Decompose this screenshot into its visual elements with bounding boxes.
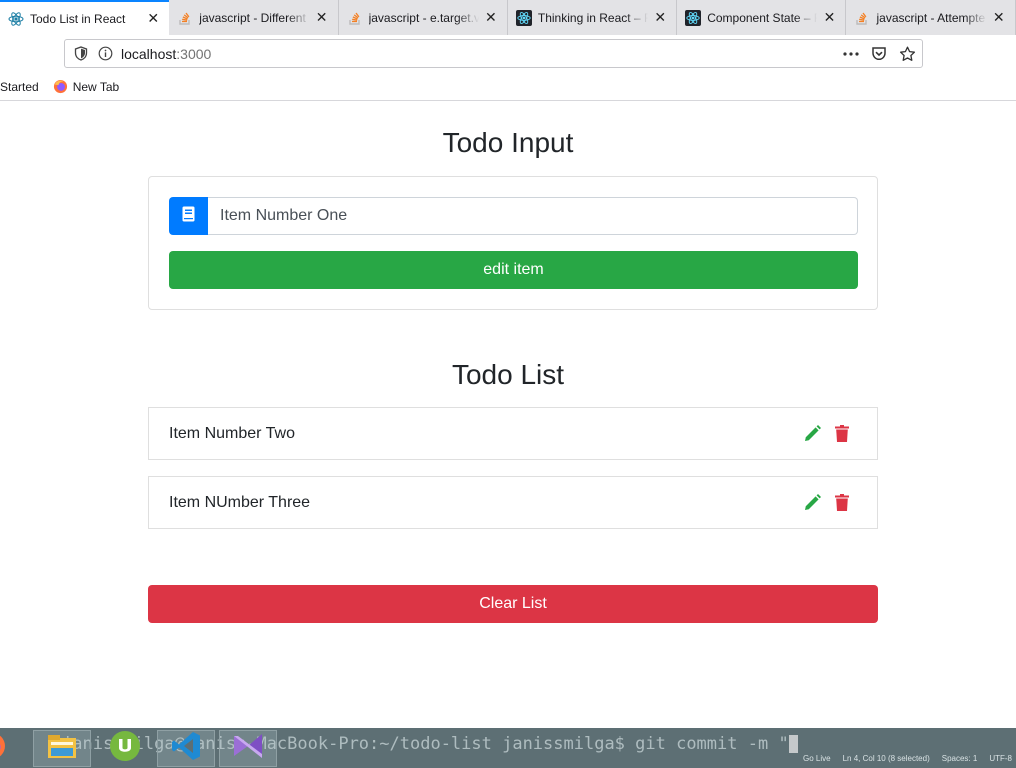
taskbar-vscode[interactable] — [157, 730, 215, 767]
visual-studio-icon — [231, 731, 265, 766]
tab-title: Thinking in React – R — [537, 10, 649, 25]
close-tab-icon[interactable]: ✕ — [652, 9, 668, 26]
tab-title: Todo List in React — [30, 11, 126, 26]
url-port: :3000 — [176, 45, 212, 62]
stackoverflow-icon — [854, 10, 870, 26]
url-bar[interactable]: localhost:3000 — [64, 39, 923, 68]
pencil-icon[interactable] — [803, 425, 821, 443]
trash-icon[interactable] — [833, 425, 851, 443]
navigation-bar: localhost:3000 — [0, 35, 1016, 73]
close-tab-icon[interactable]: ✕ — [991, 9, 1007, 26]
tab-strip: Todo List in React ✕ javascript - Differ… — [0, 0, 1016, 35]
bookmark-new-tab[interactable]: New Tab — [53, 79, 119, 95]
url-text[interactable]: localhost:3000 — [121, 46, 211, 62]
input-prepend — [169, 197, 208, 235]
close-tab-icon[interactable]: ✕ — [821, 9, 837, 26]
close-tab-icon[interactable]: ✕ — [314, 9, 330, 26]
bookmark-label: Started — [0, 79, 39, 94]
status-item: UTF-8 — [989, 754, 1012, 763]
list-item-actions — [803, 494, 851, 512]
taskbar-firefox[interactable] — [0, 730, 14, 767]
editor-status-line: Go Live Ln 4, Col 10 (8 selected) Spaces… — [803, 754, 1016, 768]
tab-title: javascript - Different — [199, 10, 306, 25]
firefox-icon — [0, 731, 7, 766]
stackoverflow-icon — [177, 10, 193, 26]
vscode-icon — [170, 730, 202, 767]
react-icon — [8, 11, 24, 27]
url-bar-actions — [842, 40, 916, 67]
todo-input-heading: Todo Input — [442, 127, 574, 158]
tab-todo-list[interactable]: Todo List in React ✕ — [0, 0, 170, 35]
todo-list-heading: Todo List — [451, 359, 565, 390]
close-tab-icon[interactable]: ✕ — [483, 9, 499, 26]
list-item-text: Item NUmber Three — [169, 493, 311, 511]
status-item: Ln 4, Col 10 (8 selected) — [842, 754, 930, 763]
status-item: Spaces: 1 — [941, 754, 978, 763]
shield-icon[interactable] — [73, 46, 89, 62]
todo-input-field[interactable] — [208, 197, 858, 235]
clear-list-button[interactable]: Clear List — [148, 585, 878, 623]
react-icon — [685, 9, 702, 26]
pencil-icon[interactable] — [803, 494, 821, 512]
status-item: Go Live — [803, 754, 831, 763]
firefox-icon — [53, 79, 69, 95]
tab-title: Component State – R — [707, 10, 818, 25]
utorrent-icon — [109, 730, 141, 767]
trash-icon[interactable] — [833, 494, 851, 512]
taskbar: janissmilga@Janiss-MacBook-Pro:~/todo-li… — [0, 728, 1016, 768]
tab-thinking-in-react[interactable]: Thinking in React – R ✕ — [508, 0, 678, 35]
taskbar-utorrent[interactable] — [96, 730, 154, 767]
book-icon — [182, 206, 195, 227]
list-item: Item NUmber Three — [148, 476, 878, 529]
bookmark-star-icon[interactable] — [898, 45, 916, 63]
taskbar-visual-studio[interactable] — [219, 730, 277, 767]
info-icon[interactable] — [97, 46, 113, 62]
list-item-text: Item Number Two — [169, 424, 295, 442]
tab-javascript-etarget[interactable]: javascript - e.target.v ✕ — [339, 0, 508, 35]
pocket-icon[interactable] — [870, 45, 888, 63]
react-icon — [515, 9, 532, 26]
terminal-cursor — [788, 735, 798, 753]
tab-title: javascript - e.target.v — [368, 10, 479, 25]
bookmark-getting-started[interactable]: Started — [0, 80, 39, 94]
tab-component-state[interactable]: Component State – R ✕ — [677, 0, 847, 35]
edit-item-button[interactable]: edit item — [169, 251, 858, 289]
bookmarks-toolbar: Started New Tab — [0, 73, 1016, 101]
tab-title: javascript - Attempte — [876, 10, 986, 25]
todo-input-card: edit item — [148, 176, 878, 310]
taskbar-file-explorer[interactable] — [33, 730, 91, 767]
list-item-actions — [803, 425, 851, 443]
more-actions-icon[interactable] — [842, 45, 860, 63]
page-content: Todo Input edit item Todo List Item Numb… — [0, 102, 1016, 728]
stackoverflow-icon — [347, 10, 363, 26]
tab-javascript-different[interactable]: javascript - Different ✕ — [169, 0, 339, 35]
list-item: Item Number Two — [148, 407, 878, 460]
folder-icon — [46, 732, 78, 765]
bookmark-label: New Tab — [72, 79, 120, 94]
todo-input-group — [169, 197, 858, 235]
close-tab-icon[interactable]: ✕ — [145, 10, 161, 27]
tab-javascript-attempted[interactable]: javascript - Attempte ✕ — [846, 0, 1016, 35]
url-host: localhost — [121, 45, 177, 62]
